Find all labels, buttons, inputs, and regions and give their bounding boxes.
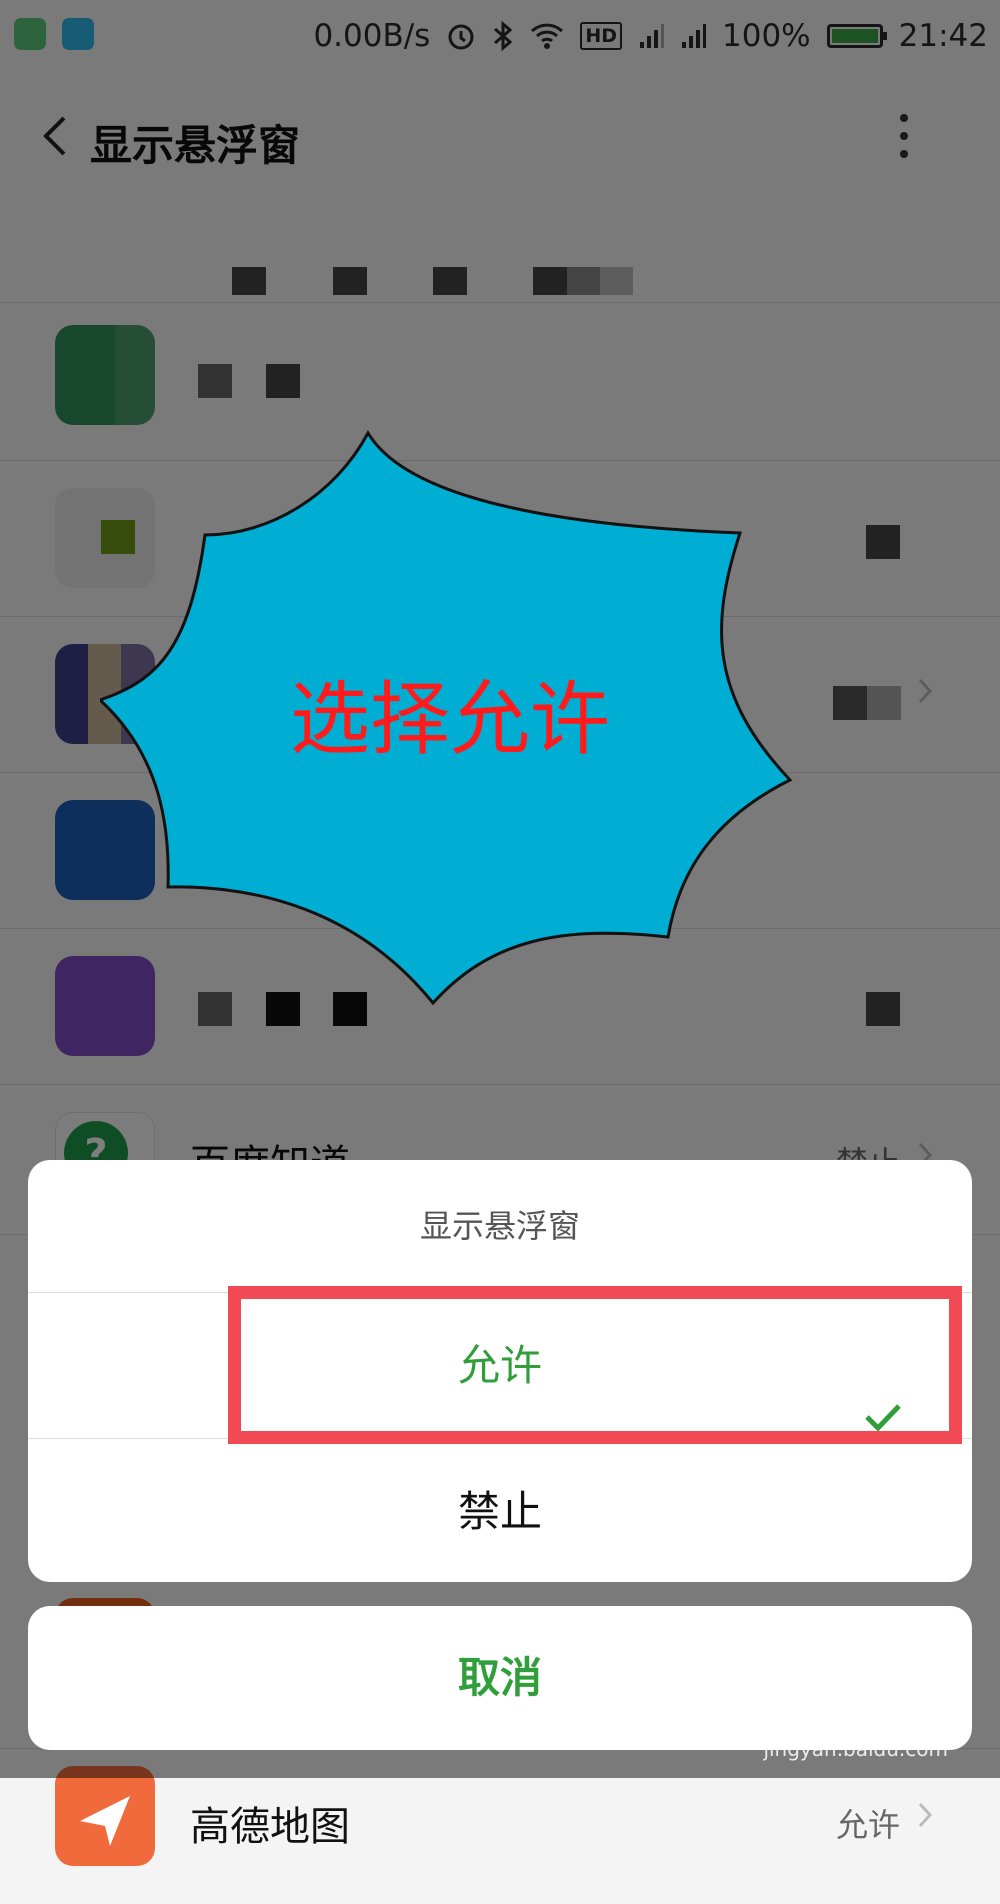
permission-status: 允许 (835, 1806, 900, 1844)
highlight-box (228, 1286, 962, 1444)
watermark: Baidu经验 jingyan.baidu.com (722, 1680, 948, 1761)
deny-option[interactable]: 禁止 (28, 1439, 972, 1582)
watermark-logo: Baidu经验 (722, 1689, 948, 1738)
navigation-arrow-icon (80, 1796, 130, 1846)
annotation-text: 选择允许 (290, 673, 610, 766)
chevron-right-icon (918, 1802, 933, 1828)
deny-option-label: 禁止 (457, 1487, 542, 1536)
app-name: 高德地图 (190, 1804, 350, 1850)
dialog-title: 显示悬浮窗 (28, 1160, 972, 1293)
app-icon (55, 1766, 155, 1866)
